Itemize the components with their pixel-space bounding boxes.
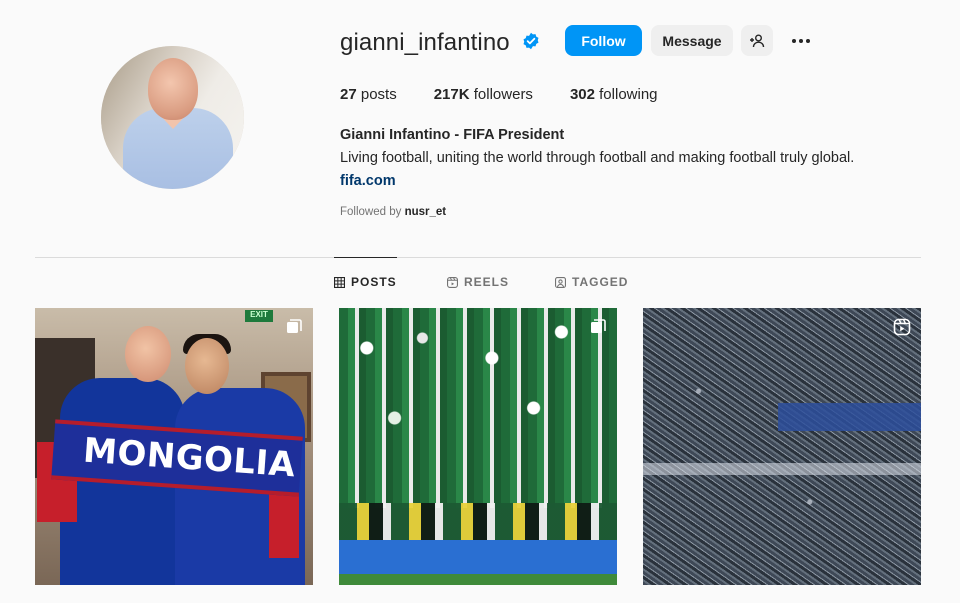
more-options-icon [806, 39, 810, 43]
suggest-user-button[interactable] [741, 25, 773, 56]
profile-stats: 27 posts 217K followers 302 following [340, 86, 695, 103]
carousel-icon [287, 319, 302, 333]
message-button[interactable]: Message [651, 25, 733, 56]
post-thumbnail[interactable] [339, 308, 617, 585]
followers-label: followers [473, 86, 533, 103]
follow-button[interactable]: Follow [565, 25, 642, 56]
profile-avatar[interactable] [101, 46, 244, 189]
person-left-head [125, 326, 171, 382]
stadium-crowd [339, 308, 617, 508]
tagged-icon [555, 276, 566, 288]
profile-username: gianni_infantino [340, 29, 510, 56]
followers-count: 217K [433, 86, 470, 103]
profile-bio: Living football, uniting the world throu… [340, 150, 855, 166]
tab-reels[interactable]: REELS [447, 275, 509, 289]
reel-icon [893, 318, 911, 336]
posts-label: posts [360, 86, 397, 103]
exit-sign: EXIT [245, 310, 273, 322]
following-stat[interactable]: 302 following [570, 86, 658, 103]
verified-badge-icon [523, 32, 539, 50]
profile-divider [35, 257, 921, 258]
profile-full-name: Gianni Infantino - FIFA President [340, 127, 565, 143]
crowd-streamer [643, 463, 921, 475]
followed-by-prefix: Followed by [340, 206, 402, 218]
add-user-icon [750, 34, 765, 47]
tab-reels-label: REELS [464, 275, 510, 289]
post-thumbnail[interactable] [643, 308, 921, 585]
followed-by[interactable]: Followed by nusr_et [340, 206, 446, 218]
post-thumbnail[interactable]: EXIT MONGOLIA [35, 308, 313, 585]
more-options-icon [792, 39, 796, 43]
carousel-icon [591, 319, 606, 333]
followers-stat[interactable]: 217K followers [434, 86, 533, 103]
grid-icon [334, 276, 345, 288]
advertising-board [339, 540, 617, 574]
avatar-head [148, 58, 198, 120]
confetti-crowd [643, 308, 921, 585]
posts-count: 27 [340, 86, 357, 103]
tab-tagged[interactable]: TAGGED [555, 275, 628, 289]
person-right-head [185, 338, 229, 394]
tab-posts-label: POSTS [351, 275, 397, 289]
crowd-banner [778, 403, 921, 431]
following-label: following [599, 86, 658, 103]
tab-posts[interactable]: POSTS [334, 257, 397, 289]
followed-by-user: nusr_et [404, 206, 447, 218]
profile-link[interactable]: fifa.com [340, 173, 396, 189]
more-options-icon [799, 39, 803, 43]
posts-stat: 27 posts [340, 86, 397, 103]
pitch [339, 574, 617, 585]
following-count: 302 [569, 86, 595, 103]
profile-tabs: POSTS REELS TAGGED [0, 257, 960, 295]
more-options-button[interactable] [786, 30, 816, 52]
reels-icon [447, 276, 458, 288]
tab-tagged-label: TAGGED [572, 275, 629, 289]
